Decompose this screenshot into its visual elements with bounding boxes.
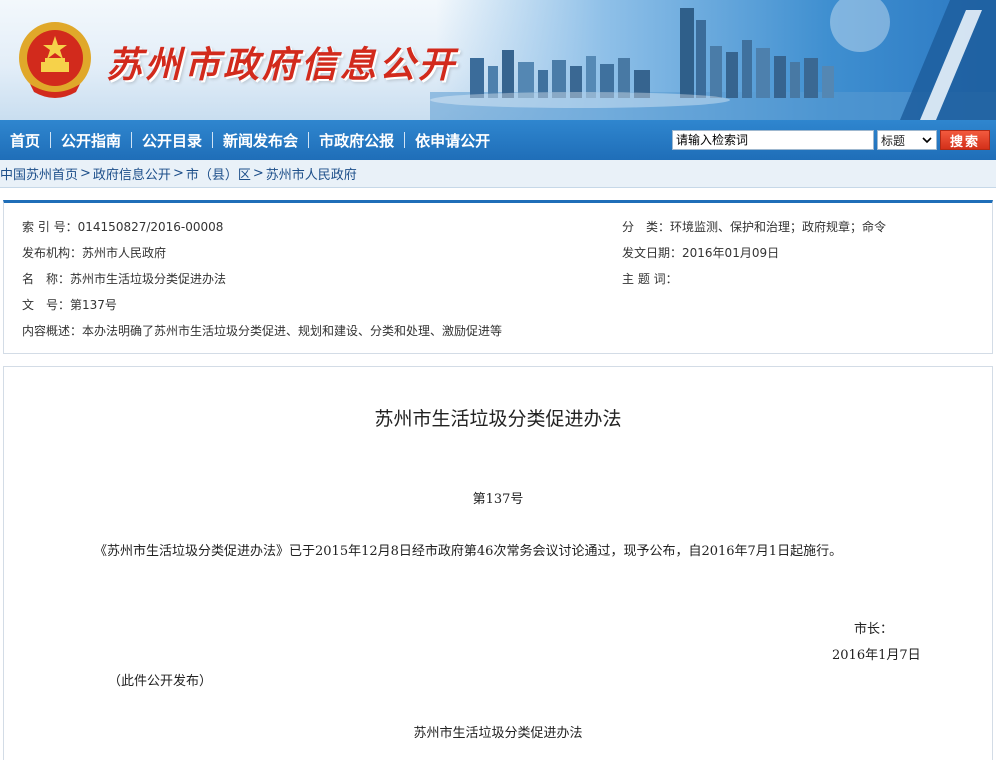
breadcrumb-separator: > <box>172 166 184 181</box>
meta-docno: 文 号：第137号 <box>22 296 117 313</box>
document-title: 苏州市生活垃圾分类促进办法 <box>374 408 622 430</box>
document-mayor-signature: 市长： <box>854 622 894 637</box>
nav-item-catalog[interactable]: 公开目录 <box>132 130 212 151</box>
meta-name-label: 名 称： <box>22 272 71 286</box>
meta-index-value: 014150827/2016-00008 <box>77 220 224 234</box>
meta-docno-label: 文 号： <box>22 298 71 312</box>
meta-index: 索 引 号：014150827/2016-00008 <box>22 218 223 235</box>
meta-date: 发文日期：2016年01月09日 <box>622 244 779 261</box>
meta-name-value: 苏州市生活垃圾分类促进办法 <box>70 272 227 286</box>
nav-item-apply[interactable]: 依申请公开 <box>405 130 500 151</box>
document-publication-note: （此件公开发布） <box>108 674 213 689</box>
search-field-select[interactable]: 标题 <box>877 130 937 150</box>
meta-name: 名 称：苏州市生活垃圾分类促进办法 <box>22 270 226 287</box>
nav-item-press-conference[interactable]: 新闻发布会 <box>213 130 308 151</box>
search-input[interactable]: 请输入检索词 <box>672 130 874 150</box>
search-button[interactable]: 搜索 <box>940 130 990 150</box>
nav-item-gazette[interactable]: 市政府公报 <box>309 130 404 151</box>
chevron-down-icon <box>922 137 932 144</box>
meta-date-value: 2016年01月09日 <box>682 246 780 260</box>
city-skyline-image <box>430 0 996 120</box>
meta-docno-value: 第137号 <box>70 298 117 312</box>
meta-index-label: 索 引 号： <box>22 220 78 234</box>
meta-summary-value: 本办法明确了苏州市生活垃圾分类促进、规划和建设、分类和处理、激励促进等 <box>82 324 503 338</box>
breadcrumb-separator: > <box>80 166 91 181</box>
breadcrumb: 中国苏州首页 > 政府信息公开 > 市（县）区 > 苏州市人民政府 <box>0 160 996 188</box>
breadcrumb-info-public[interactable]: 政府信息公开 <box>93 164 171 183</box>
site-banner: 苏州市政府信息公开 <box>0 0 996 120</box>
meta-issuer-value: 苏州市人民政府 <box>82 246 167 260</box>
breadcrumb-city-government[interactable]: 苏州市人民政府 <box>266 164 357 183</box>
document-paragraph: 《苏州市生活垃圾分类促进办法》已于2015年12月8日经市政府第46次常务会议讨… <box>94 544 843 559</box>
nav-item-guide[interactable]: 公开指南 <box>51 130 131 151</box>
document-subtitle: 苏州市生活垃圾分类促进办法 <box>413 726 583 741</box>
meta-keywords: 主 题 词： <box>622 270 678 287</box>
meta-category: 分 类：环境监测、保护和治理；政府规章；命令 <box>622 218 886 235</box>
breadcrumb-home[interactable]: 中国苏州首页 <box>0 164 78 183</box>
search-field-select-value: 标题 <box>881 133 906 148</box>
document-number: 第137号 <box>472 492 524 507</box>
site-title: 苏州市政府信息公开 <box>106 45 458 86</box>
meta-summary: 内容概述：本办法明确了苏州市生活垃圾分类促进、规划和建设、分类和处理、激励促进等 <box>22 322 502 339</box>
breadcrumb-separator: > <box>252 166 264 181</box>
nav-item-home[interactable]: 首页 <box>0 130 50 151</box>
breadcrumb-city-county[interactable]: 市（县）区 <box>186 164 251 183</box>
document-sign-date: 2016年1月7日 <box>832 648 921 663</box>
meta-summary-label: 内容概述： <box>22 324 83 338</box>
meta-category-value: 环境监测、保护和治理；政府规章；命令 <box>670 220 887 234</box>
meta-issuer-label: 发布机构： <box>22 246 83 260</box>
meta-issuer: 发布机构：苏州市人民政府 <box>22 244 166 261</box>
meta-keywords-label: 主 题 词： <box>622 272 678 286</box>
meta-date-label: 发文日期： <box>622 246 683 260</box>
meta-category-label: 分 类： <box>622 220 671 234</box>
nav-menu: 首页 公开指南 公开目录 新闻发布会 市政府公报 依申请公开 <box>0 120 500 160</box>
national-emblem-icon <box>19 22 91 98</box>
